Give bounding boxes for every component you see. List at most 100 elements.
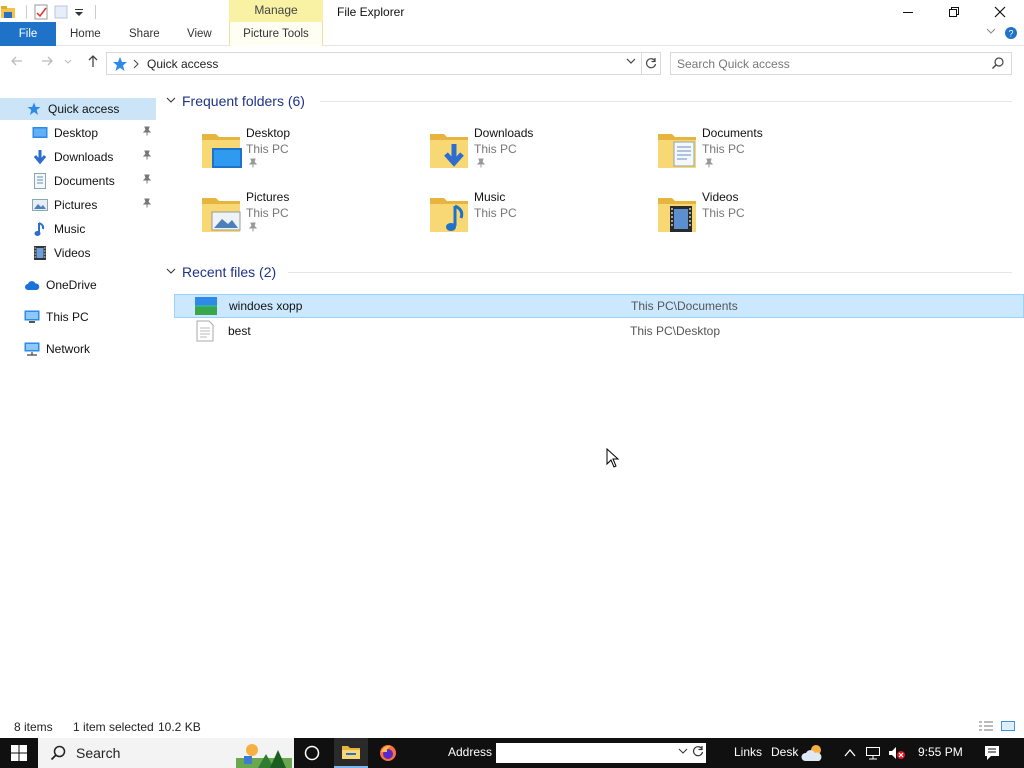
recent-files-header[interactable]: Recent files (2) (166, 261, 276, 283)
group-title: Frequent folders (6) (182, 93, 305, 109)
search-box[interactable] (670, 52, 1012, 75)
taskbar: Search Address Links Desk 9:55 PM (0, 738, 1024, 768)
large-icons-view-button[interactable] (1000, 719, 1016, 736)
notification-icon (985, 746, 999, 760)
sidebar-item-music[interactable]: Music (0, 218, 156, 240)
minimize-button[interactable] (885, 0, 931, 24)
chevron-down-icon[interactable] (678, 746, 688, 758)
network-icon (866, 747, 880, 760)
desktop-icon (32, 125, 48, 141)
pin-icon[interactable] (142, 174, 152, 187)
taskbar-firefox[interactable] (372, 738, 404, 768)
taskbar-address-input[interactable] (496, 743, 706, 763)
file-path: This PC\Desktop (630, 324, 721, 338)
action-center-button[interactable] (978, 738, 1006, 768)
sidebar-item-network[interactable]: Network (0, 338, 156, 360)
taskbar-links-toolbar[interactable]: Links (734, 745, 762, 759)
properties-icon[interactable] (33, 4, 49, 20)
forward-button[interactable] (38, 54, 56, 72)
folder-tile-pictures[interactable]: Pictures This PC (200, 188, 420, 246)
details-view-icon (979, 721, 993, 731)
tab-view[interactable]: View (187, 22, 212, 46)
back-button[interactable] (8, 54, 26, 72)
folder-tile-desktop[interactable]: Desktop This PC (200, 124, 420, 182)
sidebar-item-desktop[interactable]: Desktop (0, 122, 156, 144)
new-folder-icon[interactable] (53, 4, 69, 20)
videos-icon (32, 245, 48, 261)
task-view-button[interactable] (298, 738, 326, 768)
network-status-button[interactable] (862, 738, 884, 768)
volume-muted-icon (889, 747, 905, 759)
folder-location: This PC (702, 142, 745, 156)
search-input[interactable] (677, 56, 977, 72)
taskbar-clock[interactable]: 9:55 PM (918, 745, 963, 759)
sidebar-item-documents[interactable]: Documents (0, 170, 156, 192)
sidebar-item-onedrive[interactable]: OneDrive (0, 274, 156, 296)
recent-locations-button[interactable] (62, 54, 74, 72)
image-file-icon (195, 297, 217, 315)
recent-file-row[interactable]: windoes xopp This PC\Documents (174, 294, 1024, 318)
content-area: Frequent folders (6) Desktop This PC Dow… (160, 88, 1024, 712)
folder-tile-music[interactable]: Music This PC (428, 188, 648, 246)
sidebar-item-label: Network (46, 342, 91, 356)
search-icon (50, 745, 66, 761)
refresh-icon[interactable] (692, 745, 704, 760)
pictures-folder-icon (202, 198, 241, 232)
pin-icon[interactable] (142, 198, 152, 211)
show-hidden-icons-button[interactable] (840, 738, 860, 768)
firefox-icon (380, 745, 396, 761)
help-button[interactable]: ? (1004, 26, 1018, 43)
taskbar-search-box[interactable]: Search (38, 738, 294, 768)
refresh-button[interactable] (641, 52, 661, 75)
sidebar-item-label: Music (54, 222, 86, 236)
search-highlight-icon (236, 744, 292, 768)
restore-button[interactable] (931, 0, 977, 24)
taskbar-file-explorer[interactable] (334, 738, 368, 768)
volume-button[interactable] (886, 738, 908, 768)
title-bar: Manage File Explorer (0, 0, 1024, 24)
chevron-down-icon (626, 58, 636, 64)
address-bar[interactable]: Quick access (106, 52, 642, 75)
status-bar: 8 items 1 item selected 10.2 KB (0, 716, 1024, 738)
breadcrumb[interactable]: Quick access (147, 57, 218, 71)
close-icon (994, 6, 1006, 18)
taskbar-address-label: Address (448, 745, 493, 759)
toolbar-separator (26, 5, 27, 19)
sidebar-item-videos[interactable]: Videos (0, 242, 156, 264)
folder-location: This PC (246, 142, 289, 156)
frequent-folders-header[interactable]: Frequent folders (6) (166, 90, 305, 112)
start-button[interactable] (0, 738, 38, 768)
tab-home[interactable]: Home (70, 22, 101, 46)
sidebar-item-this-pc[interactable]: This PC (0, 306, 156, 328)
folder-app-icon[interactable] (0, 4, 16, 20)
address-dropdown-button[interactable] (623, 55, 639, 72)
toolbar-separator (95, 5, 96, 19)
tab-share[interactable]: Share (129, 22, 160, 46)
close-button[interactable] (977, 0, 1023, 24)
up-button[interactable] (84, 54, 102, 72)
folder-tile-documents[interactable]: Documents This PC (656, 124, 876, 182)
tab-picture-tools[interactable]: Picture Tools (229, 22, 323, 46)
pin-icon[interactable] (142, 126, 152, 139)
pin-icon[interactable] (142, 150, 152, 163)
music-folder-icon (430, 198, 468, 232)
folder-name: Music (474, 190, 506, 204)
window-title: File Explorer (337, 5, 405, 19)
sidebar-item-pictures[interactable]: Pictures (0, 194, 156, 216)
expand-ribbon-button[interactable] (986, 26, 996, 39)
tab-file[interactable]: File (0, 22, 56, 46)
search-icon[interactable] (991, 56, 1005, 70)
mouse-cursor-icon (606, 448, 620, 468)
sidebar-item-quick-access[interactable]: Quick access (0, 98, 156, 120)
details-view-button[interactable] (978, 719, 994, 736)
taskbar-desktop-toolbar[interactable]: Desk (771, 745, 798, 759)
sidebar-item-downloads[interactable]: Downloads (0, 146, 156, 168)
folder-tile-videos[interactable]: Videos This PC (656, 188, 876, 246)
folder-tile-downloads[interactable]: Downloads This PC (428, 124, 648, 182)
recent-file-row[interactable]: best This PC\Desktop (174, 319, 1024, 343)
folder-name: Videos (702, 190, 739, 204)
customize-toolbar-dropdown-icon[interactable] (73, 4, 85, 20)
taskbar-search-label: Search (76, 745, 121, 761)
weather-widget[interactable] (798, 738, 828, 768)
large-icons-view-icon (1001, 721, 1015, 731)
